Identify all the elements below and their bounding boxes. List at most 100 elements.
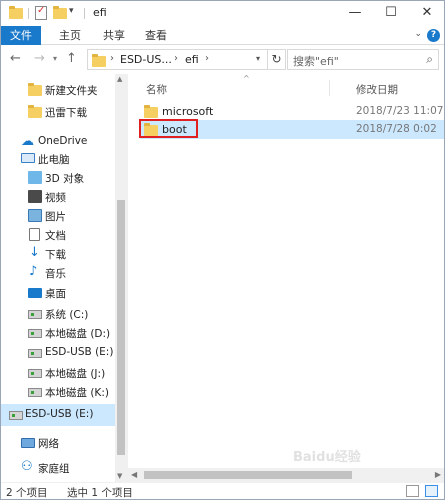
nav-item-label: 此电脑: [38, 154, 70, 166]
nav-item-network[interactable]: 网络: [1, 432, 115, 454]
properties-icon[interactable]: [35, 5, 47, 20]
navigation-pane: 新建文件夹 迅雷下载 ☁ OneDrive 此电脑 3D 对象 视频 图片 文档: [1, 74, 127, 482]
nav-item-homegroup[interactable]: ⚇ 家庭组: [1, 457, 115, 479]
chevron-down-icon[interactable]: ▾: [69, 6, 74, 16]
sort-ascending-icon: ^: [243, 74, 250, 83]
nav-item-esd-usb-root[interactable]: ESD-USB (E:): [1, 404, 115, 426]
nav-item-label: 音乐: [45, 268, 66, 280]
file-name: microsoft: [162, 105, 214, 118]
search-icon[interactable]: ⌕: [426, 52, 433, 67]
scroll-right-icon[interactable]: ▶: [435, 470, 441, 479]
nav-item-label: 新建文件夹: [45, 85, 98, 97]
details-view-icon[interactable]: [406, 485, 419, 497]
explorer-window: ▾ efi — ☐ ✕ 文件 主页 共享 查看 ⌄ ? ← → ▾ ↑ › ES…: [0, 0, 445, 500]
nav-item-label: 本地磁盘 (J:): [45, 368, 106, 380]
window-title: efi: [93, 6, 107, 19]
music-icon: ♪: [29, 264, 38, 279]
large-icons-view-icon[interactable]: [425, 485, 438, 497]
nav-item-esd-usb-e[interactable]: ESD-USB (E:): [1, 342, 115, 364]
nav-item-label: 本地磁盘 (K:): [45, 387, 109, 399]
network-icon: [21, 438, 35, 448]
column-separator[interactable]: [329, 80, 330, 96]
nav-item-label: 文档: [45, 230, 66, 242]
drive-icon: [28, 329, 42, 338]
file-modified-date: 2018/7/23 11:07: [356, 105, 444, 117]
nav-item-label: 网络: [38, 438, 59, 450]
usb-drive-icon: [9, 411, 23, 420]
tab-home[interactable]: 主页: [59, 26, 81, 45]
breadcrumb-efi[interactable]: efi: [185, 53, 199, 66]
horizontal-scrollbar[interactable]: ◀ ▶: [128, 468, 444, 482]
watermark: Baidu经验: [293, 450, 361, 465]
scroll-left-icon[interactable]: ◀: [131, 470, 137, 479]
folder-icon: [28, 83, 42, 96]
scroll-down-icon[interactable]: ▼: [117, 472, 122, 480]
chevron-down-icon[interactable]: ⌄: [414, 29, 422, 39]
highlight-box: [139, 119, 198, 138]
pictures-icon: [28, 209, 42, 222]
onedrive-icon: ☁: [21, 134, 34, 149]
refresh-button[interactable]: ↻: [268, 49, 286, 70]
documents-icon: [29, 228, 40, 241]
scrollbar-thumb[interactable]: [117, 200, 125, 455]
tab-share[interactable]: 共享: [103, 26, 125, 45]
selected-count: 选中 1 个项目: [67, 487, 133, 499]
new-folder-icon[interactable]: [53, 6, 67, 20]
folder-icon: [92, 54, 106, 67]
nav-item-music[interactable]: ♪ 音乐: [1, 262, 115, 284]
ribbon-tabs: 文件 主页 共享 查看 ⌄ ?: [1, 26, 444, 45]
nav-item-label: 视频: [45, 192, 66, 204]
chevron-right-icon[interactable]: ›: [205, 53, 209, 64]
nav-item-label: ESD-USB (E:): [25, 408, 94, 420]
nav-item-label: 下载: [45, 249, 66, 261]
chevron-down-icon[interactable]: ▾: [53, 54, 57, 63]
tab-file[interactable]: 文件: [1, 26, 41, 45]
scroll-up-icon[interactable]: ▲: [117, 75, 122, 83]
toolbar-separator: [28, 8, 29, 19]
minimize-button[interactable]: —: [339, 1, 371, 26]
desktop-icon: [28, 288, 42, 298]
nav-item-label: OneDrive: [38, 135, 88, 147]
close-button[interactable]: ✕: [411, 1, 443, 26]
nav-item-drive-k[interactable]: 本地磁盘 (K:): [1, 381, 115, 403]
folder-icon[interactable]: [9, 6, 23, 20]
drive-icon: [28, 388, 42, 397]
file-modified-date: 2018/7/28 0:02: [356, 123, 437, 135]
homegroup-icon: ⚇: [21, 459, 33, 474]
nav-item-label: ESD-USB (E:): [45, 346, 114, 358]
chevron-right-icon[interactable]: ›: [110, 53, 114, 64]
nav-item-drive-d[interactable]: 本地磁盘 (D:): [1, 322, 115, 344]
search-box[interactable]: 搜索"efi" ⌕: [287, 49, 439, 70]
column-header-name[interactable]: 名称: [146, 82, 167, 97]
breadcrumb-esd-usb[interactable]: ESD-US...: [120, 53, 172, 66]
download-icon: ↓: [29, 245, 40, 260]
drive-icon: [28, 369, 42, 378]
nav-pane-scrollbar[interactable]: ▲ ▼: [115, 74, 127, 482]
address-bar[interactable]: › ESD-US... › efi › ▾: [87, 49, 268, 70]
folder-icon: [144, 105, 158, 118]
tab-view[interactable]: 查看: [145, 26, 167, 45]
item-count: 2 个项目: [6, 487, 48, 499]
scrollbar-thumb[interactable]: [144, 471, 352, 479]
3d-objects-icon: [28, 171, 42, 184]
help-icon[interactable]: ?: [427, 29, 440, 42]
back-arrow-icon[interactable]: ←: [10, 51, 21, 66]
nav-item-desktop[interactable]: 桌面: [1, 282, 115, 304]
nav-item-label: 家庭组: [38, 463, 70, 475]
nav-item-label: 3D 对象: [45, 173, 85, 185]
column-header-modified[interactable]: 修改日期: [356, 82, 398, 97]
forward-arrow-icon[interactable]: →: [34, 51, 45, 66]
nav-item-label: 系统 (C:): [45, 309, 89, 321]
nav-item-new-folder[interactable]: 新建文件夹: [1, 79, 115, 101]
status-bar: 2 个项目 选中 1 个项目: [1, 482, 444, 499]
maximize-button[interactable]: ☐: [375, 1, 407, 26]
chevron-down-icon[interactable]: ▾: [256, 54, 260, 63]
up-arrow-icon[interactable]: ↑: [66, 51, 77, 66]
video-icon: [28, 190, 42, 203]
toolbar-separator: [84, 8, 85, 19]
navigation-bar: ← → ▾ ↑ › ESD-US... › efi › ▾ ↻ 搜索"efi" …: [1, 46, 444, 74]
search-input[interactable]: 搜索"efi": [293, 53, 339, 69]
nav-item-xunlei-download[interactable]: 迅雷下载: [1, 101, 115, 123]
chevron-right-icon[interactable]: ›: [174, 53, 178, 64]
nav-item-label: 本地磁盘 (D:): [45, 328, 111, 340]
